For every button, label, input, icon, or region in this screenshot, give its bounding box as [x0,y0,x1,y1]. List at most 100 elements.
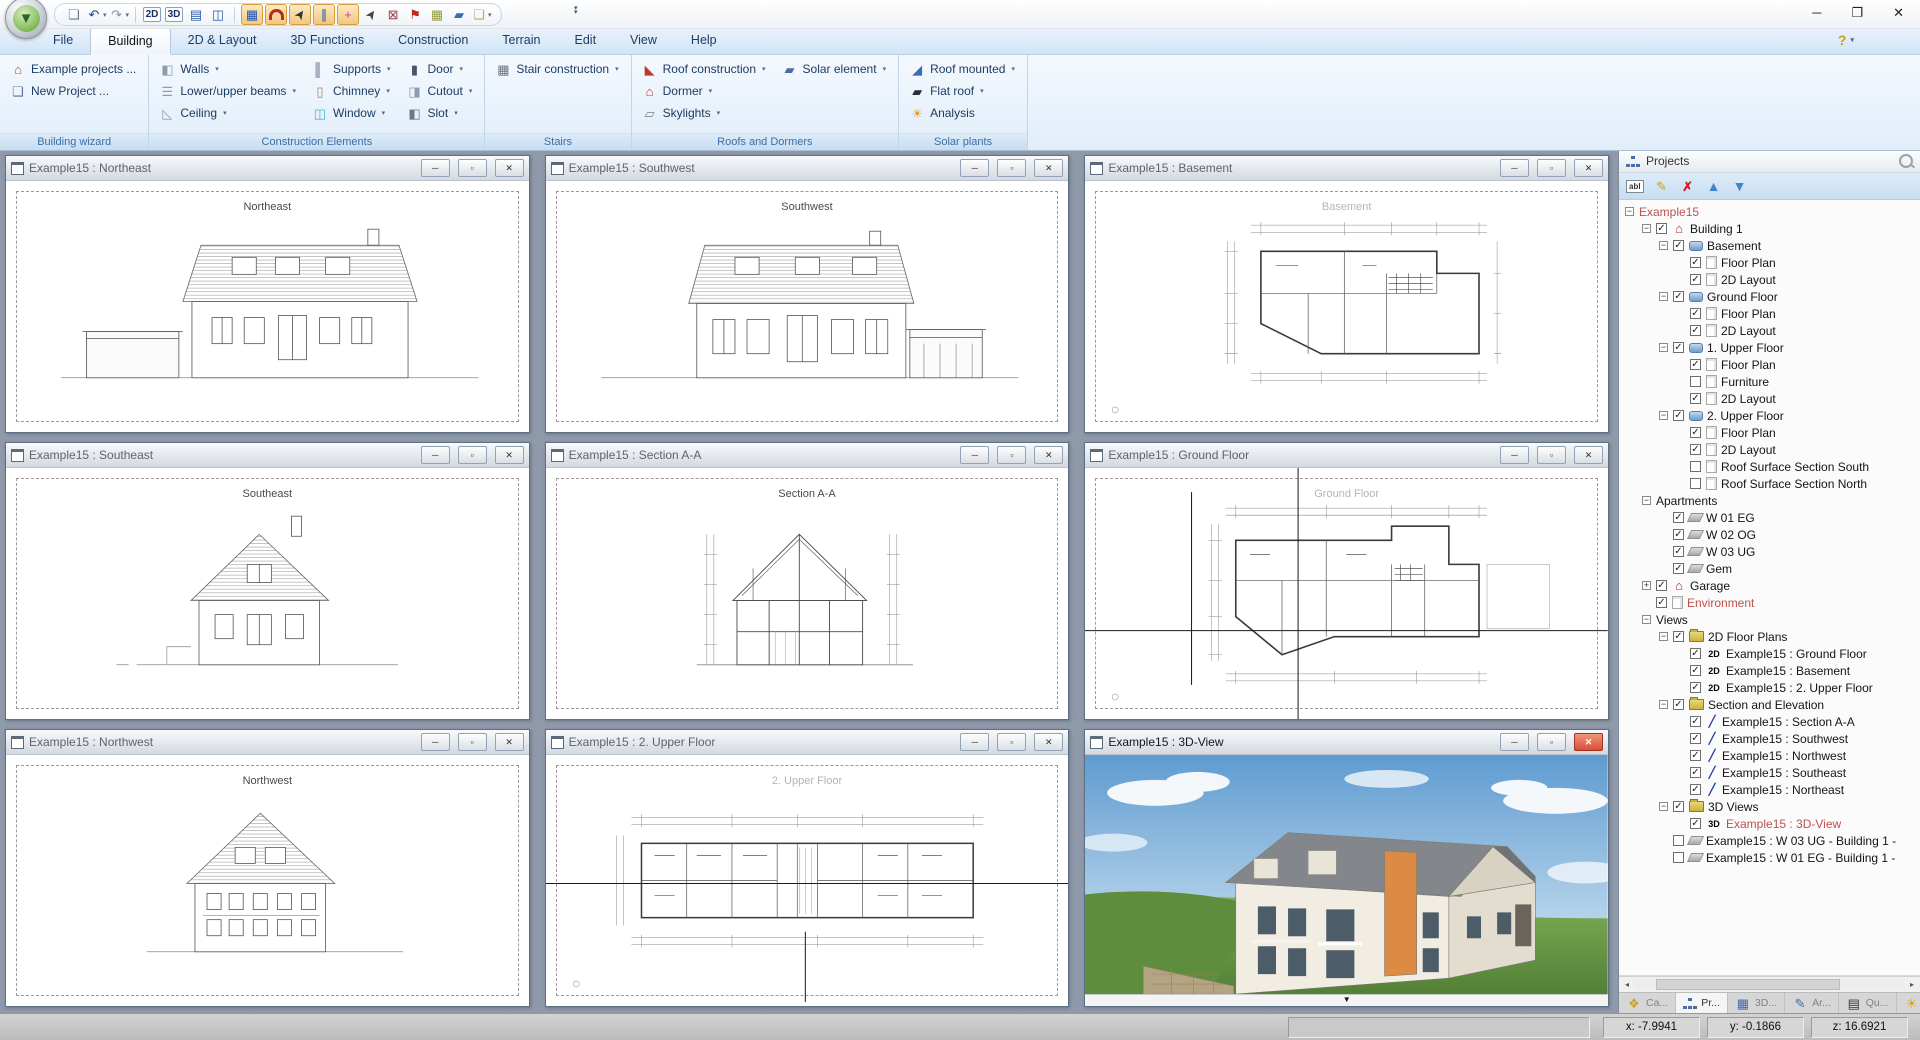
checkbox[interactable] [1690,376,1701,387]
checkbox[interactable]: ✓ [1656,223,1667,234]
ribbon-item-analysis[interactable]: ☀Analysis [909,104,1015,122]
ribbon-item-ceiling[interactable]: ◺Ceiling▾ [159,104,296,122]
ribbon-item-new-project-[interactable]: ❏New Project ... [10,82,136,100]
tree-item[interactable]: ✓╱Example15 : Section A-A [1619,713,1920,730]
collapse-toggle[interactable]: − [1659,700,1668,709]
checkbox[interactable]: ✓ [1690,444,1701,455]
tree-item[interactable]: ✓2DExample15 : 2. Upper Floor [1619,679,1920,696]
snap-magnet-button[interactable] [265,4,287,25]
ribbon-item-skylights[interactable]: ▱Skylights▾ [642,104,766,122]
child-restore-button[interactable]: ▫ [997,159,1026,177]
ribbon-item-walls[interactable]: ◧Walls▾ [159,60,296,78]
checkbox[interactable]: ✓ [1690,784,1701,795]
split-vertical-button[interactable]: ◫ [208,5,228,24]
collapse-toggle[interactable]: − [1659,241,1668,250]
child-minimize-button[interactable]: ─ [1500,733,1529,751]
drawing-canvas[interactable]: Basement [1085,181,1608,432]
search-icon[interactable] [1899,154,1913,168]
tree-item[interactable]: ✓╱Example15 : Southeast [1619,764,1920,781]
collapse-toggle[interactable]: − [1659,411,1668,420]
tree-item[interactable]: ✓W 01 EG [1619,509,1920,526]
parallel-guides-button[interactable]: ∥ [313,4,335,25]
grid-button[interactable]: ▦ [241,4,263,25]
child-minimize-button[interactable]: ─ [960,733,989,751]
child-minimize-button[interactable]: ─ [960,446,989,464]
child-restore-button[interactable]: ▫ [997,446,1026,464]
child-window-titlebar[interactable]: Example15 : 3D-View─▫✕ [1085,730,1608,755]
child-window-titlebar[interactable]: Example15 : Northwest─▫✕ [6,730,529,755]
tree-horizontal-scrollbar[interactable]: ◂ ▸ [1619,976,1920,992]
tree-item[interactable]: ✓Floor Plan [1619,254,1920,271]
drawing-canvas[interactable]: Section A-A [546,468,1069,719]
expand-toggle[interactable]: + [1642,581,1651,590]
new-file-button[interactable]: ❏ [64,5,84,24]
child-close-button[interactable]: ✕ [495,733,524,751]
undo-button[interactable]: ↶▾ [86,5,107,24]
tree-item[interactable]: −✓3D Views [1619,798,1920,815]
tab-file[interactable]: File [36,28,90,55]
child-window-titlebar[interactable]: Example15 : 2. Upper Floor─▫✕ [546,730,1069,755]
ribbon-item-window[interactable]: ◫Window▾ [312,104,391,122]
rename-button[interactable]: abl [1626,180,1644,193]
checkbox[interactable]: ✓ [1673,342,1684,353]
tree-item[interactable]: ✓2DExample15 : Ground Floor [1619,645,1920,662]
redo-button[interactable]: ↷▾ [109,5,130,24]
tree-item[interactable]: ✓╱Example15 : Southwest [1619,730,1920,747]
tab-help[interactable]: Help [674,28,734,55]
tree-item[interactable]: ✓╱Example15 : Northwest [1619,747,1920,764]
tab-3d-functions[interactable]: 3D Functions [273,28,381,55]
child-close-button[interactable]: ✕ [1574,446,1603,464]
tab-terrain[interactable]: Terrain [485,28,557,55]
ribbon-item-flat-roof[interactable]: ▰Flat roof▾ [909,82,1015,100]
close-window-button[interactable]: ⊠ [383,5,403,24]
tree-item[interactable]: ✓W 02 OG [1619,526,1920,543]
child-restore-button[interactable]: ▫ [458,446,487,464]
panel-tab-ca[interactable]: ❖Ca... [1619,993,1676,1013]
ribbon-item-stair-construction[interactable]: ▦Stair construction▾ [495,60,618,78]
select-cursor-button[interactable]: ➤ [361,5,381,24]
checkbox[interactable]: ✓ [1690,665,1701,676]
child-window-titlebar[interactable]: Example15 : Southeast─▫✕ [6,443,529,468]
scrollbar-thumb[interactable] [1656,979,1840,990]
tree-item[interactable]: ✓2D Layout [1619,390,1920,407]
split-horizontal-button[interactable]: ▤ [186,5,206,24]
checkbox[interactable]: ✓ [1690,274,1701,285]
child-restore-button[interactable]: ▫ [1537,159,1566,177]
tree-item[interactable]: ✓3DExample15 : 3D-View [1619,815,1920,832]
child-close-button[interactable]: ✕ [1574,733,1603,751]
child-minimize-button[interactable]: ─ [960,159,989,177]
tree-item[interactable]: ✓Floor Plan [1619,424,1920,441]
help-button[interactable]: ?▾ [1838,32,1854,48]
checkbox[interactable]: ✓ [1690,359,1701,370]
child-restore-button[interactable]: ▫ [458,733,487,751]
tab-view[interactable]: View [613,28,674,55]
child-restore-button[interactable]: ▫ [1537,733,1566,751]
tree-item[interactable]: Roof Surface Section South [1619,458,1920,475]
panel-tab-ar[interactable]: ✎Ar... [1785,993,1839,1013]
tab-construction[interactable]: Construction [381,28,485,55]
tree-item[interactable]: −✓Basement [1619,237,1920,254]
collapse-toggle[interactable]: − [1659,632,1668,641]
scroll-left-icon[interactable]: ◂ [1620,980,1634,989]
checkbox[interactable]: ✓ [1673,631,1684,642]
collapse-toggle[interactable]: − [1659,343,1668,352]
checkbox[interactable]: ✓ [1690,818,1701,829]
scroll-right-icon[interactable]: ▸ [1905,980,1919,989]
drawing-canvas[interactable]: Ground Floor [1085,468,1608,719]
ribbon-item-roof-mounted[interactable]: ◢Roof mounted▾ [909,60,1015,78]
child-close-button[interactable]: ✕ [1574,159,1603,177]
checkbox[interactable] [1690,478,1701,489]
child-close-button[interactable]: ✕ [1034,159,1063,177]
ribbon-item-chimney[interactable]: ▯Chimney▾ [312,82,391,100]
close-button[interactable]: ✕ [1893,5,1904,21]
checkbox[interactable]: ✓ [1690,767,1701,778]
child-minimize-button[interactable]: ─ [1500,159,1529,177]
minimize-button[interactable]: ─ [1812,5,1821,21]
tree-item[interactable]: −✓2D Floor Plans [1619,628,1920,645]
hatch-pattern-button[interactable]: ▦ [427,5,447,24]
ribbon-item-dormer[interactable]: ⌂Dormer▾ [642,82,766,100]
collapse-toggle[interactable]: − [1642,224,1651,233]
checkbox[interactable]: ✓ [1690,682,1701,693]
child-restore-button[interactable]: ▫ [458,159,487,177]
child-close-button[interactable]: ✕ [1034,733,1063,751]
